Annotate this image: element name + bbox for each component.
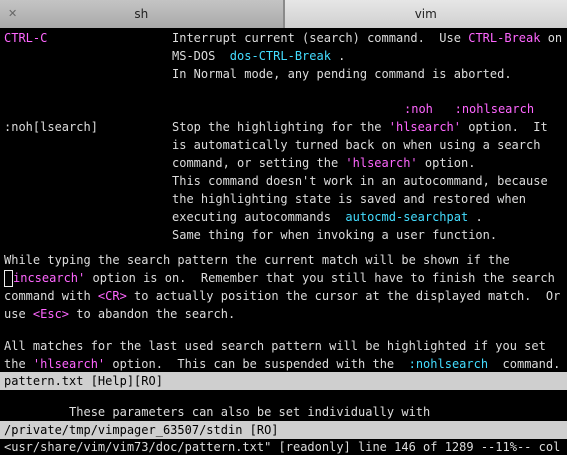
key-notation: <CR> <box>97 289 127 303</box>
help-text: executing autocommands <box>172 210 346 224</box>
help-text: to abandon the search. <box>69 307 236 321</box>
help-link[interactable]: autocmd-searchpat <box>345 210 468 224</box>
help-text: . <box>330 49 346 63</box>
help-text: command. <box>488 357 561 371</box>
option-name: incsearch <box>13 271 79 285</box>
terminal-window: sh vim ✕ CTRL-C Interrupt current (search… <box>0 0 567 455</box>
help-text: Interrupt current (search) command. Use <box>172 31 469 45</box>
close-tab-icon[interactable]: ✕ <box>8 7 17 20</box>
help-line: incsearch' option is on. Remember that y… <box>4 269 555 287</box>
help-line: CTRL-C Interrupt current (search) command… <box>4 29 562 47</box>
help-line: executing autocommands autocmd-searchpat… <box>172 208 483 226</box>
help-command: :noh[lsearch] <box>4 120 98 134</box>
tab-sh-label: sh <box>134 7 149 21</box>
option-name: 'hlsearch' <box>388 120 461 134</box>
help-line: the highlighting state is saved and rest… <box>172 192 527 206</box>
help-keyword: CTRL-Break <box>468 31 541 45</box>
help-line: While typing the search pattern the curr… <box>4 253 510 267</box>
tab-vim-label: vim <box>414 7 437 21</box>
tab-bar: sh vim ✕ <box>0 0 567 28</box>
option-name: 'hlsearch' <box>32 357 106 371</box>
help-line: :noh[lsearch] <box>4 118 98 136</box>
help-line: Same thing for when invoking a user func… <box>172 228 498 242</box>
command-line[interactable]: <usr/share/vim/vim73/doc/pattern.txt" [r… <box>4 438 567 455</box>
help-text: option. It <box>461 120 548 134</box>
help-line: This command doesn't work in an autocomm… <box>172 174 548 188</box>
status-line-help: pattern.txt [Help][RO] <box>0 372 567 390</box>
tab-vim[interactable]: vim <box>283 0 567 28</box>
text-cursor <box>4 270 13 287</box>
help-text: on <box>540 31 563 45</box>
help-text: command with <box>4 289 98 303</box>
help-text: option is on. Remember that you still ha… <box>85 271 555 285</box>
help-text: option. This can be suspended with the <box>105 357 409 371</box>
help-tag: :noh <box>404 102 433 116</box>
help-line: MS-DOS dos-CTRL-Break . <box>172 47 345 65</box>
help-text: Stop the highlighting for the <box>172 120 389 134</box>
help-link[interactable]: :nohlsearch <box>409 357 488 371</box>
help-tag: CTRL-C <box>4 31 48 45</box>
option-name: 'hlsearch' <box>345 156 418 170</box>
help-text: option. <box>417 156 476 170</box>
help-text: use <box>4 307 33 321</box>
help-line: is automatically turned back on when usi… <box>172 138 541 152</box>
help-link[interactable]: dos-CTRL-Break <box>230 49 331 63</box>
help-tag: :nohlsearch <box>454 102 535 116</box>
help-line: In Normal mode, any pending command is a… <box>172 67 512 81</box>
help-line: use <Esc> to abandon the search. <box>4 305 235 323</box>
help-line: command, or setting the 'hlsearch' optio… <box>172 154 475 172</box>
vim-buffer[interactable]: CTRL-C Interrupt current (search) command… <box>0 29 567 455</box>
help-line: All matches for the last used search pat… <box>4 339 546 353</box>
help-text: command, or setting the <box>172 156 346 170</box>
help-text: to actually position the cursor at the d… <box>126 289 561 303</box>
help-line: the 'hlsearch' option. This can be suspe… <box>4 355 560 373</box>
help-text: . <box>468 210 483 224</box>
key-notation: <Esc> <box>32 307 70 321</box>
help-line: command with <CR> to actually position t… <box>4 287 560 305</box>
help-text: MS-DOS <box>172 49 230 63</box>
tab-sh[interactable]: sh <box>0 0 284 28</box>
help-line: These parameters can also be set individ… <box>4 405 431 419</box>
help-line: Stop the highlighting for the 'hlsearch'… <box>172 118 548 136</box>
help-text: the <box>4 357 33 371</box>
help-line: :noh :nohlsearch <box>404 100 534 118</box>
status-line-stdin: /private/tmp/vimpager_63507/stdin [RO] <box>0 421 567 439</box>
